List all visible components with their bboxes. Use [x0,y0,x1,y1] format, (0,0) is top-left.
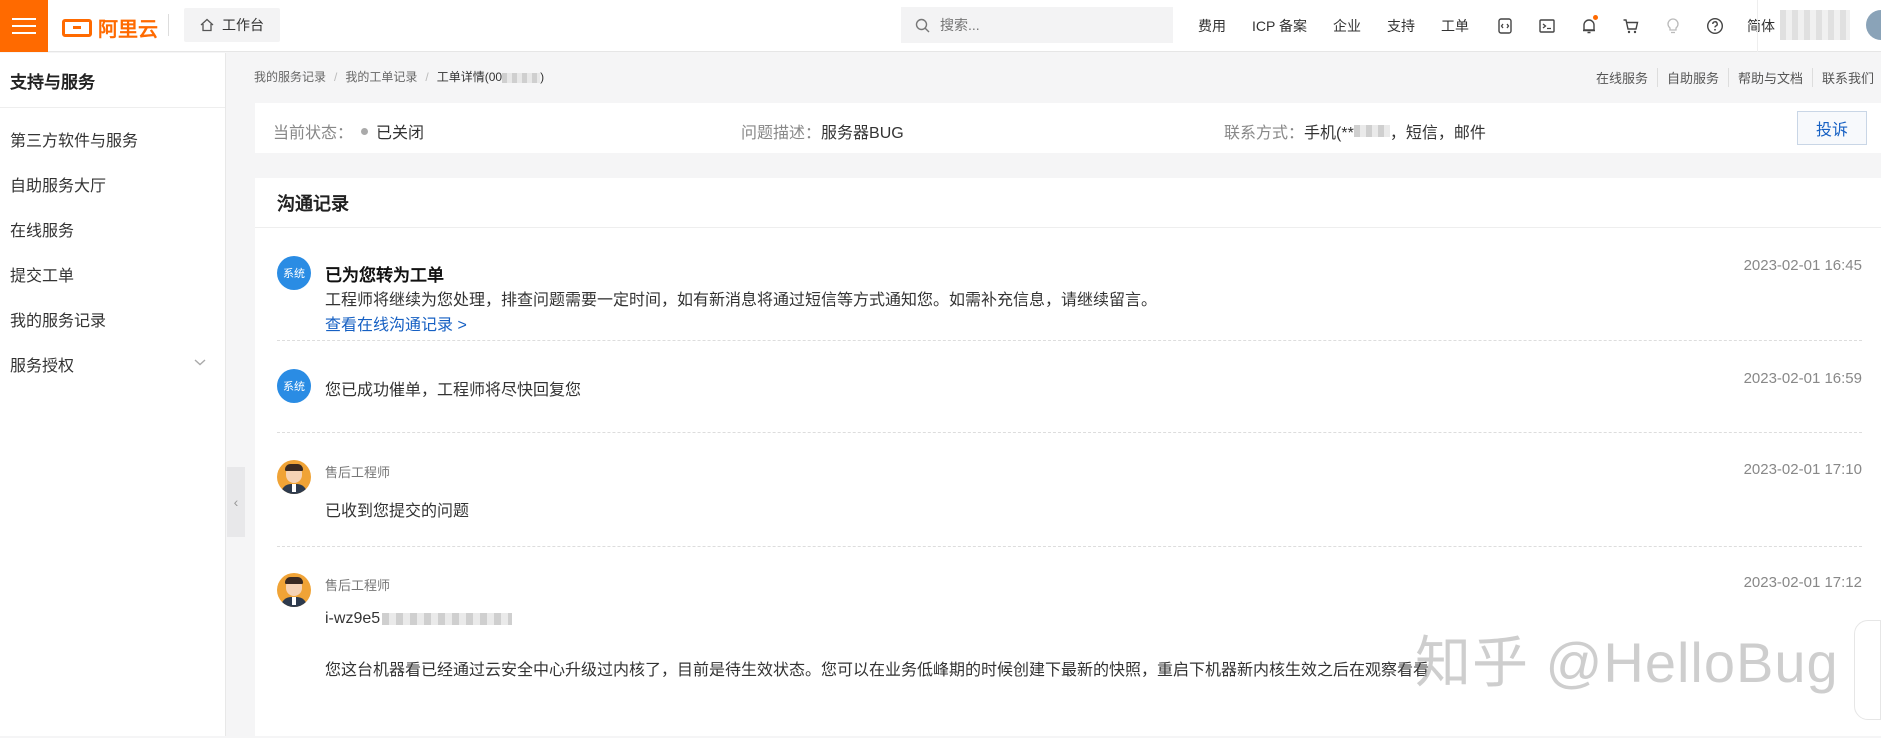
breadcrumb-separator: / [425,69,429,84]
status-label: 当前状态： [273,125,354,142]
ticket-id-suffix: ) [540,70,545,84]
nav-enterprise[interactable]: 企业 [1333,16,1361,36]
help-icon[interactable] [1705,16,1725,36]
message-body: 您已成功催单，工程师将尽快回复您 [325,382,582,399]
message-sender: 售后工程师 [325,465,391,480]
description-field: 问题描述：服务器BUG [741,119,904,143]
search-box[interactable] [901,7,1173,43]
message-time: 2023-02-01 17:12 [1743,574,1862,591]
engineer-avatar [277,460,311,494]
contact-prefix: 手机(** [1304,125,1354,142]
link-contact-us[interactable]: 联系我们 [1813,68,1881,87]
status-dot [361,127,369,135]
contact-label: 联系方式： [1224,125,1305,142]
username-redacted [1780,10,1850,40]
sidebar-item-my-records[interactable]: 我的服务记录 [0,296,225,341]
status-field: 当前状态： 已关闭 [273,119,424,143]
code-icon[interactable] [1495,16,1515,36]
notification-dot [1592,15,1598,20]
breadcrumb-item[interactable]: 我的服务记录 [254,68,326,85]
ticket-status-bar: 当前状态： 已关闭 问题描述：服务器BUG 联系方式： 手机(** ，短信，邮件… [255,103,1881,153]
contact-suffix: ，短信，邮件 [1389,125,1486,142]
aliyun-logo[interactable]: 阿里云 [62,13,158,42]
phone-redacted [1353,125,1390,137]
message-body: 您这台机器看已经通过云安全中心升级过内核了，目前是待生效状态。您可以在业务低峰期… [325,662,1430,679]
bulb-icon[interactable] [1663,16,1683,36]
message-time: 2023-02-01 16:45 [1743,257,1862,274]
chevron-left-icon: ‹ [233,494,239,510]
sidebar-item-label: 我的服务记录 [10,312,107,330]
nav-ticket[interactable]: 工单 [1441,16,1469,36]
search-input[interactable] [940,17,1140,33]
sidebar-title: 支持与服务 [0,53,225,108]
home-icon [200,18,214,32]
sidebar-item-label: 自助服务大厅 [10,177,107,195]
message-item: 系统 已为您转为工单 工程师将继续为您处理，排查问题需要一定时间，如有新消息将通… [277,228,1862,341]
instance-id-redacted [382,612,513,625]
message-sender: 售后工程师 [325,578,391,593]
terminal-icon[interactable] [1537,16,1557,36]
user-menu[interactable] [1757,0,1881,52]
floating-toolbar[interactable] [1854,620,1881,720]
link-online-service[interactable]: 在线服务 [1596,68,1659,87]
search-icon [915,18,930,32]
breadcrumb: 我的服务记录 / 我的工单记录 / 工单详情(00) [254,68,544,85]
description-label: 问题描述： [741,125,822,142]
description-value: 服务器BUG [821,125,904,142]
system-avatar: 系统 [277,369,311,403]
status-badge: 已关闭 [376,125,425,142]
nav-billing[interactable]: 费用 [1198,16,1226,36]
cart-icon[interactable] [1621,16,1641,36]
sidebar-item-online-service[interactable]: 在线服务 [0,206,225,251]
aliyun-logo-icon [62,18,92,37]
contact-field: 联系方式： 手机(** ，短信，邮件 [1224,119,1486,143]
link-self-service[interactable]: 自助服务 [1658,68,1730,87]
instance-id-prefix: i-wz9e5 [325,610,381,627]
bell-icon[interactable] [1579,15,1599,36]
top-bar: 阿里云 工作台 费用 ICP 备案 企业 支持 工单 简体 [0,0,1881,52]
link-help-docs[interactable]: 帮助与文档 [1729,68,1814,87]
brand-name: 阿里云 [98,19,158,41]
message-body: 工程师将继续为您处理，排查问题需要一定时间，如有新消息将通过短信等方式通知您。如… [325,292,1158,309]
instance-id: i-wz9e5 [325,610,513,628]
ticket-id-redacted [502,72,541,83]
view-chat-record-link[interactable]: 查看在线沟通记录 > [325,311,467,335]
breadcrumb-separator: / [334,69,338,84]
avatar[interactable] [1866,10,1881,40]
nav-icp[interactable]: ICP 备案 [1252,16,1307,36]
sidebar-item-label: 提交工单 [10,267,75,285]
sidebar-item-submit-ticket[interactable]: 提交工单 [0,251,225,296]
breadcrumb-current: 工单详情(00) [437,68,544,85]
breadcrumb-item[interactable]: 我的工单记录 [345,68,417,85]
complain-button[interactable]: 投诉 [1797,111,1867,145]
ticket-id-prefix: 工单详情(00 [436,70,503,84]
workbench-label: 工作台 [222,17,264,33]
sidebar-item-label: 第三方软件与服务 [10,132,139,150]
panel-title: 沟通记录 [255,178,1881,228]
chevron-down-icon [194,359,206,366]
sidebar-item-label: 在线服务 [10,222,75,240]
sidebar-collapse-handle[interactable]: ‹ [227,467,245,537]
workbench-button[interactable]: 工作台 [184,8,280,42]
divider [168,14,169,36]
message-body: 已收到您提交的问题 [325,503,470,520]
message-item: 系统 您已成功催单，工程师将尽快回复您 2023-02-01 16:59 [277,342,1862,433]
message-time: 2023-02-01 16:59 [1743,370,1862,387]
watermark: 知乎 @HelloBug [1415,631,1839,694]
help-links: 在线服务 自助服务 帮助与文档 联系我们 [1596,68,1881,87]
message-time: 2023-02-01 17:10 [1743,461,1862,478]
sidebar-item-third-party[interactable]: 第三方软件与服务 [0,116,225,161]
sidebar-item-authorization[interactable]: 服务授权 [0,341,225,386]
hamburger-menu-icon[interactable] [0,0,48,52]
engineer-avatar [277,573,311,607]
top-nav: 费用 ICP 备案 企业 支持 工单 简体 [1198,0,1801,52]
message-item: 售后工程师 已收到您提交的问题 2023-02-01 17:10 [277,434,1862,547]
sidebar-item-self-service[interactable]: 自助服务大厅 [0,161,225,206]
message-title: 已为您转为工单 [325,266,444,285]
system-avatar: 系统 [277,256,311,290]
sidebar: 支持与服务 第三方软件与服务 自助服务大厅 在线服务 提交工单 我的服务记录 服… [0,53,226,736]
sidebar-item-label: 服务授权 [10,357,75,375]
nav-support[interactable]: 支持 [1387,16,1415,36]
